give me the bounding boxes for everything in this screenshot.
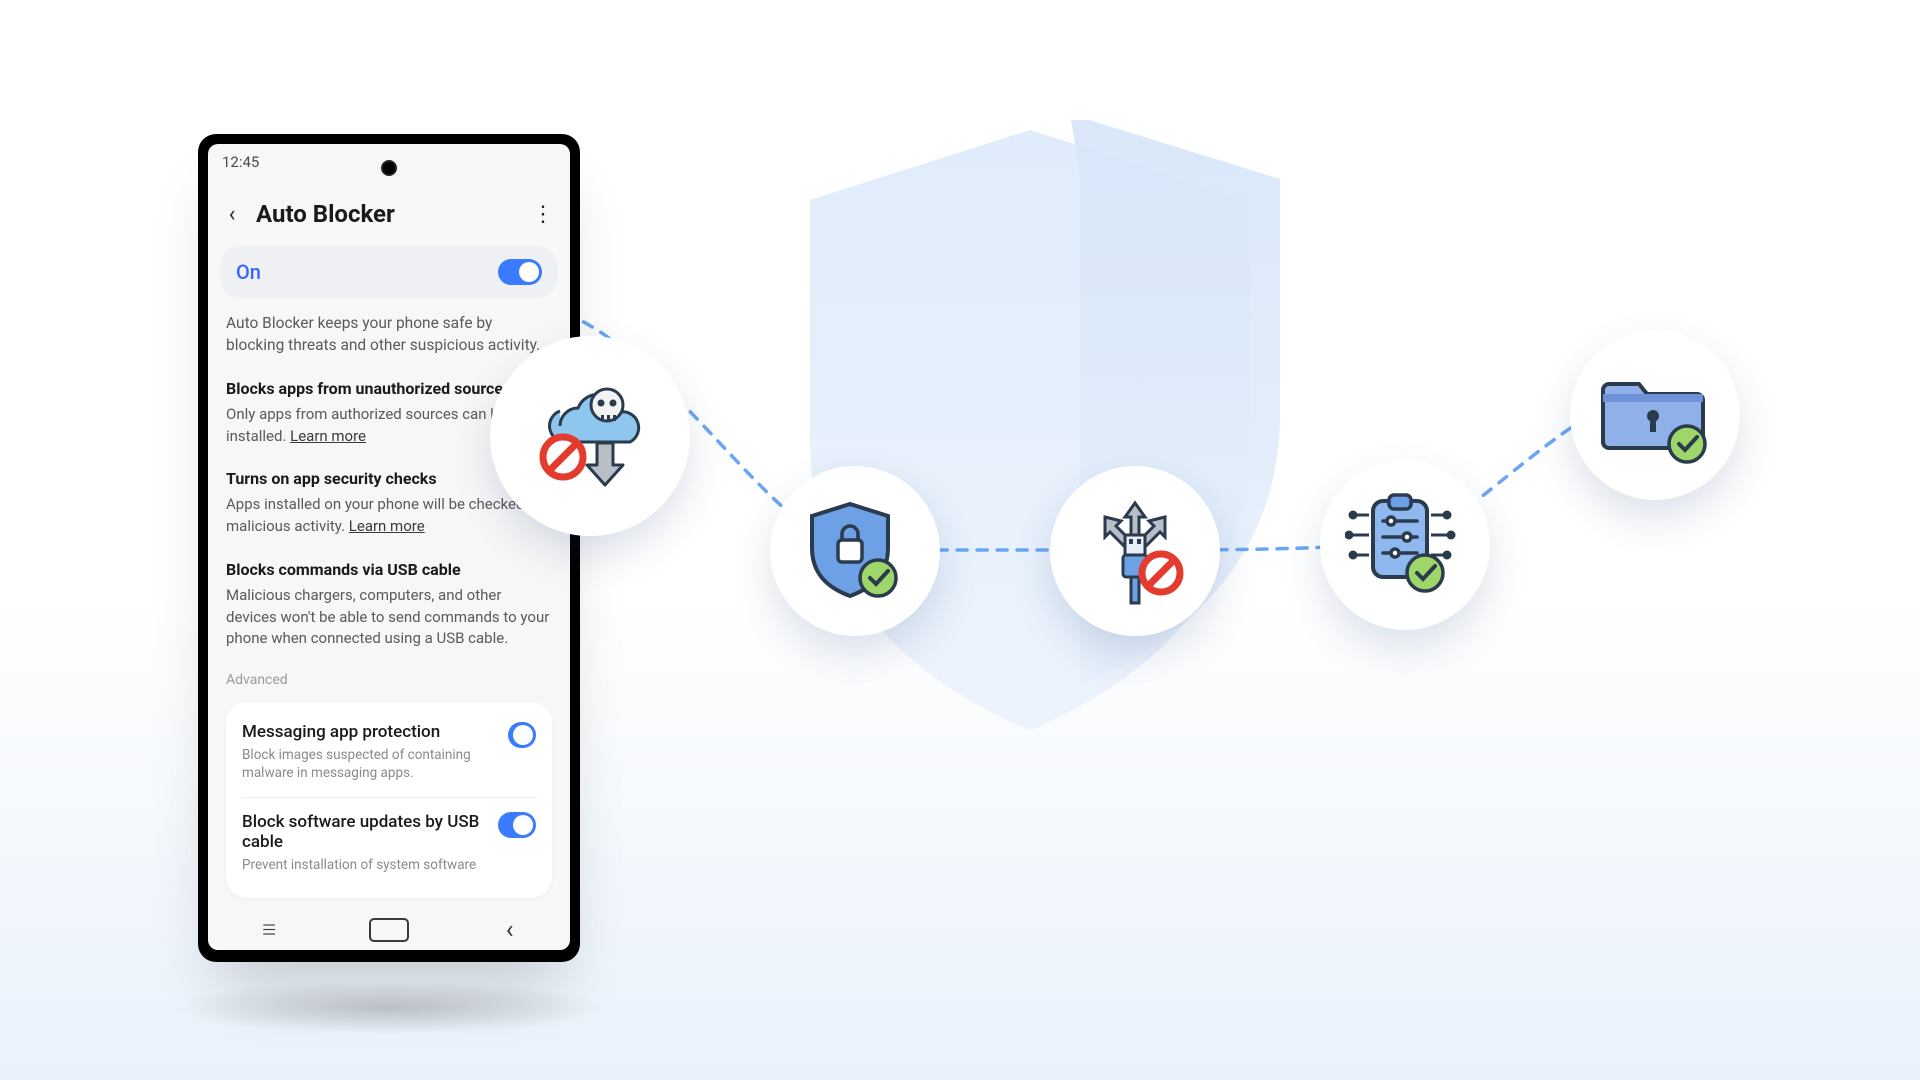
- front-camera: [381, 160, 397, 176]
- feature-description: Auto Blocker keeps your phone safe by bl…: [226, 312, 552, 357]
- advanced-card: Messaging app protection Block images su…: [226, 702, 552, 898]
- page-title: Auto Blocker: [256, 200, 518, 228]
- row-block-usb-updates[interactable]: Block software updates by USB cable Prev…: [242, 797, 536, 888]
- main-toggle-switch[interactable]: [498, 259, 542, 285]
- clipboard-check-icon: [1320, 460, 1490, 630]
- phone-shadow: [175, 980, 605, 1035]
- section-usb-commands: Blocks commands via USB cable Malicious …: [226, 560, 552, 650]
- phone-screen: 12:45 ‹ Auto Blocker ⋮ On Auto Blocker k…: [208, 144, 570, 950]
- row-subtitle: Block images suspected of containing mal…: [242, 746, 496, 782]
- system-nav-bar: [208, 910, 570, 950]
- row-title: Block software updates by USB cable: [242, 812, 486, 852]
- advanced-subheader: Advanced: [226, 672, 552, 688]
- more-options-button[interactable]: ⋮: [528, 200, 556, 228]
- usb-block-icon: [1050, 466, 1220, 636]
- main-toggle-label: On: [236, 260, 261, 284]
- learn-more-link[interactable]: Learn more: [290, 427, 366, 445]
- nav-home[interactable]: [369, 918, 409, 942]
- row-subtitle: Prevent installation of system software: [242, 856, 486, 874]
- back-button[interactable]: ‹: [218, 200, 246, 228]
- section-body: Apps installed on your phone will be che…: [226, 494, 552, 538]
- section-body: Malicious chargers, computers, and other…: [226, 585, 552, 650]
- row-messaging-protection[interactable]: Messaging app protection Block images su…: [242, 716, 536, 796]
- usb-updates-toggle-switch[interactable]: [498, 812, 536, 838]
- main-toggle-row[interactable]: On: [220, 246, 558, 298]
- nav-recent-apps[interactable]: [248, 918, 288, 942]
- malware-cloud-block-icon: [490, 336, 690, 536]
- background-shield: [770, 120, 1290, 740]
- status-time: 12:45: [222, 153, 259, 171]
- learn-more-link[interactable]: Learn more: [349, 517, 425, 535]
- phone-frame: 12:45 ‹ Auto Blocker ⋮ On Auto Blocker k…: [198, 134, 580, 962]
- app-bar: ‹ Auto Blocker ⋮: [208, 180, 570, 246]
- nav-back[interactable]: [490, 918, 530, 942]
- row-title: Messaging app protection: [242, 722, 496, 742]
- shield-lock-check-icon: [770, 466, 940, 636]
- messaging-toggle-switch[interactable]: [508, 722, 536, 748]
- folder-lock-check-icon: [1570, 330, 1740, 500]
- section-title: Blocks commands via USB cable: [226, 560, 552, 579]
